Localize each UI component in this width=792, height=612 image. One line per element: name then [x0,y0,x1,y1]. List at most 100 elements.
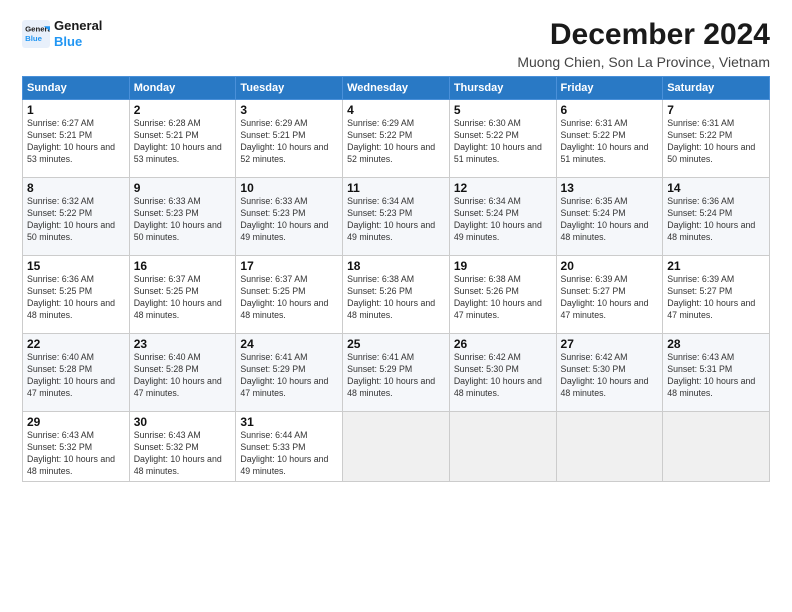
day-number: 31 [240,415,338,429]
table-row: 3 Sunrise: 6:29 AMSunset: 5:21 PMDayligh… [236,100,343,178]
header: General Blue General Blue December 2024 … [22,18,770,70]
day-info: Sunrise: 6:32 AMSunset: 5:22 PMDaylight:… [27,196,125,244]
col-wednesday: Wednesday [343,77,450,100]
table-row: 31 Sunrise: 6:44 AMSunset: 5:33 PMDaylig… [236,412,343,482]
day-number: 4 [347,103,445,117]
day-info: Sunrise: 6:43 AMSunset: 5:31 PMDaylight:… [667,352,765,400]
day-info: Sunrise: 6:36 AMSunset: 5:25 PMDaylight:… [27,274,125,322]
day-number: 9 [134,181,232,195]
day-info: Sunrise: 6:31 AMSunset: 5:22 PMDaylight:… [667,118,765,166]
calendar-header-row: Sunday Monday Tuesday Wednesday Thursday… [23,77,770,100]
table-row: 27 Sunrise: 6:42 AMSunset: 5:30 PMDaylig… [556,334,663,412]
table-row [663,412,770,482]
day-info: Sunrise: 6:33 AMSunset: 5:23 PMDaylight:… [240,196,338,244]
table-row: 23 Sunrise: 6:40 AMSunset: 5:28 PMDaylig… [129,334,236,412]
table-row: 9 Sunrise: 6:33 AMSunset: 5:23 PMDayligh… [129,178,236,256]
table-row: 22 Sunrise: 6:40 AMSunset: 5:28 PMDaylig… [23,334,130,412]
table-row: 29 Sunrise: 6:43 AMSunset: 5:32 PMDaylig… [23,412,130,482]
day-number: 10 [240,181,338,195]
day-number: 6 [561,103,659,117]
logo-text: General Blue [54,18,102,49]
table-row [556,412,663,482]
day-number: 12 [454,181,552,195]
day-info: Sunrise: 6:34 AMSunset: 5:24 PMDaylight:… [454,196,552,244]
table-row: 4 Sunrise: 6:29 AMSunset: 5:22 PMDayligh… [343,100,450,178]
day-number: 15 [27,259,125,273]
table-row [449,412,556,482]
day-number: 25 [347,337,445,351]
day-number: 13 [561,181,659,195]
page: General Blue General Blue December 2024 … [0,0,792,612]
table-row: 11 Sunrise: 6:34 AMSunset: 5:23 PMDaylig… [343,178,450,256]
day-info: Sunrise: 6:36 AMSunset: 5:24 PMDaylight:… [667,196,765,244]
col-tuesday: Tuesday [236,77,343,100]
day-info: Sunrise: 6:29 AMSunset: 5:21 PMDaylight:… [240,118,338,166]
table-row [343,412,450,482]
table-row: 8 Sunrise: 6:32 AMSunset: 5:22 PMDayligh… [23,178,130,256]
day-number: 5 [454,103,552,117]
day-number: 17 [240,259,338,273]
day-info: Sunrise: 6:31 AMSunset: 5:22 PMDaylight:… [561,118,659,166]
col-monday: Monday [129,77,236,100]
day-number: 23 [134,337,232,351]
day-info: Sunrise: 6:37 AMSunset: 5:25 PMDaylight:… [240,274,338,322]
day-number: 7 [667,103,765,117]
title-area: December 2024 Muong Chien, Son La Provin… [517,18,770,70]
day-info: Sunrise: 6:42 AMSunset: 5:30 PMDaylight:… [454,352,552,400]
day-info: Sunrise: 6:43 AMSunset: 5:32 PMDaylight:… [134,430,232,478]
table-row: 10 Sunrise: 6:33 AMSunset: 5:23 PMDaylig… [236,178,343,256]
day-info: Sunrise: 6:40 AMSunset: 5:28 PMDaylight:… [27,352,125,400]
day-info: Sunrise: 6:39 AMSunset: 5:27 PMDaylight:… [561,274,659,322]
table-row: 19 Sunrise: 6:38 AMSunset: 5:26 PMDaylig… [449,256,556,334]
day-number: 19 [454,259,552,273]
table-row: 2 Sunrise: 6:28 AMSunset: 5:21 PMDayligh… [129,100,236,178]
table-row: 5 Sunrise: 6:30 AMSunset: 5:22 PMDayligh… [449,100,556,178]
table-row: 21 Sunrise: 6:39 AMSunset: 5:27 PMDaylig… [663,256,770,334]
table-row: 6 Sunrise: 6:31 AMSunset: 5:22 PMDayligh… [556,100,663,178]
day-number: 27 [561,337,659,351]
table-row: 17 Sunrise: 6:37 AMSunset: 5:25 PMDaylig… [236,256,343,334]
day-number: 30 [134,415,232,429]
table-row: 30 Sunrise: 6:43 AMSunset: 5:32 PMDaylig… [129,412,236,482]
day-info: Sunrise: 6:40 AMSunset: 5:28 PMDaylight:… [134,352,232,400]
day-info: Sunrise: 6:41 AMSunset: 5:29 PMDaylight:… [347,352,445,400]
day-info: Sunrise: 6:43 AMSunset: 5:32 PMDaylight:… [27,430,125,478]
table-row: 25 Sunrise: 6:41 AMSunset: 5:29 PMDaylig… [343,334,450,412]
col-thursday: Thursday [449,77,556,100]
table-row: 15 Sunrise: 6:36 AMSunset: 5:25 PMDaylig… [23,256,130,334]
logo: General Blue General Blue [22,18,102,49]
day-info: Sunrise: 6:27 AMSunset: 5:21 PMDaylight:… [27,118,125,166]
table-row: 13 Sunrise: 6:35 AMSunset: 5:24 PMDaylig… [556,178,663,256]
table-row: 18 Sunrise: 6:38 AMSunset: 5:26 PMDaylig… [343,256,450,334]
table-row: 16 Sunrise: 6:37 AMSunset: 5:25 PMDaylig… [129,256,236,334]
col-sunday: Sunday [23,77,130,100]
col-friday: Friday [556,77,663,100]
table-row: 28 Sunrise: 6:43 AMSunset: 5:31 PMDaylig… [663,334,770,412]
day-number: 1 [27,103,125,117]
day-number: 21 [667,259,765,273]
table-row: 20 Sunrise: 6:39 AMSunset: 5:27 PMDaylig… [556,256,663,334]
main-title: December 2024 [517,18,770,52]
table-row: 14 Sunrise: 6:36 AMSunset: 5:24 PMDaylig… [663,178,770,256]
day-number: 3 [240,103,338,117]
day-number: 20 [561,259,659,273]
day-number: 14 [667,181,765,195]
day-info: Sunrise: 6:42 AMSunset: 5:30 PMDaylight:… [561,352,659,400]
day-info: Sunrise: 6:34 AMSunset: 5:23 PMDaylight:… [347,196,445,244]
svg-text:Blue: Blue [25,34,43,43]
day-info: Sunrise: 6:41 AMSunset: 5:29 PMDaylight:… [240,352,338,400]
day-info: Sunrise: 6:44 AMSunset: 5:33 PMDaylight:… [240,430,338,478]
day-info: Sunrise: 6:38 AMSunset: 5:26 PMDaylight:… [454,274,552,322]
col-saturday: Saturday [663,77,770,100]
day-info: Sunrise: 6:35 AMSunset: 5:24 PMDaylight:… [561,196,659,244]
day-info: Sunrise: 6:30 AMSunset: 5:22 PMDaylight:… [454,118,552,166]
day-info: Sunrise: 6:37 AMSunset: 5:25 PMDaylight:… [134,274,232,322]
day-number: 26 [454,337,552,351]
day-number: 29 [27,415,125,429]
table-row: 12 Sunrise: 6:34 AMSunset: 5:24 PMDaylig… [449,178,556,256]
day-info: Sunrise: 6:39 AMSunset: 5:27 PMDaylight:… [667,274,765,322]
table-row: 24 Sunrise: 6:41 AMSunset: 5:29 PMDaylig… [236,334,343,412]
day-number: 22 [27,337,125,351]
subtitle: Muong Chien, Son La Province, Vietnam [517,54,770,70]
day-info: Sunrise: 6:28 AMSunset: 5:21 PMDaylight:… [134,118,232,166]
